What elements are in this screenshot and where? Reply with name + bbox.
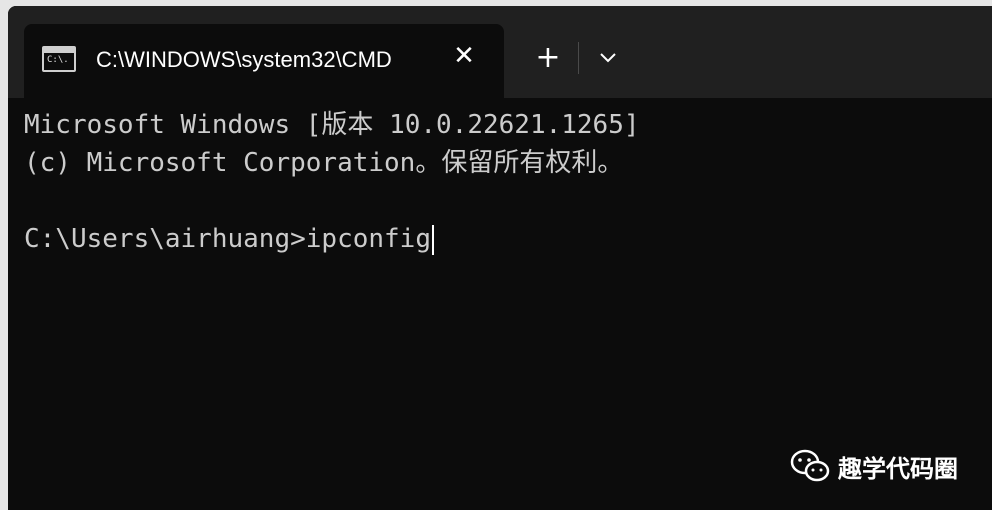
tab-cmd[interactable]: C:\. C:\WINDOWS\system32\CMD ✕ xyxy=(24,24,504,98)
tab-bar: C:\. C:\WINDOWS\system32\CMD ✕ + xyxy=(8,6,992,98)
chevron-down-icon[interactable] xyxy=(588,38,628,78)
watermark: 趣学代码圈 xyxy=(790,446,958,486)
cmd-icon-glyph: C:\. xyxy=(47,55,69,65)
terminal-window: C:\. C:\WINDOWS\system32\CMD ✕ + Microso… xyxy=(8,6,992,510)
tab-divider xyxy=(578,42,579,74)
cmd-icon: C:\. xyxy=(42,46,76,72)
console-output[interactable]: Microsoft Windows [版本 10.0.22621.1265] (… xyxy=(24,106,984,258)
tab-title: C:\WINDOWS\system32\CMD xyxy=(96,47,392,72)
plus-icon[interactable]: + xyxy=(528,38,568,78)
console-prompt: C:\Users\airhuang>ipconfig xyxy=(24,224,431,254)
watermark-text: 趣学代码圈 xyxy=(838,454,958,483)
text-cursor xyxy=(432,224,434,255)
console-line: (c) Microsoft Corporation。保留所有权利。 xyxy=(24,148,624,178)
console-line: Microsoft Windows [版本 10.0.22621.1265] xyxy=(24,110,640,140)
console-prompt-line[interactable]: C:\Users\airhuang>ipconfig xyxy=(24,220,984,258)
close-icon[interactable]: ✕ xyxy=(448,40,480,72)
wechat-icon xyxy=(790,449,830,482)
